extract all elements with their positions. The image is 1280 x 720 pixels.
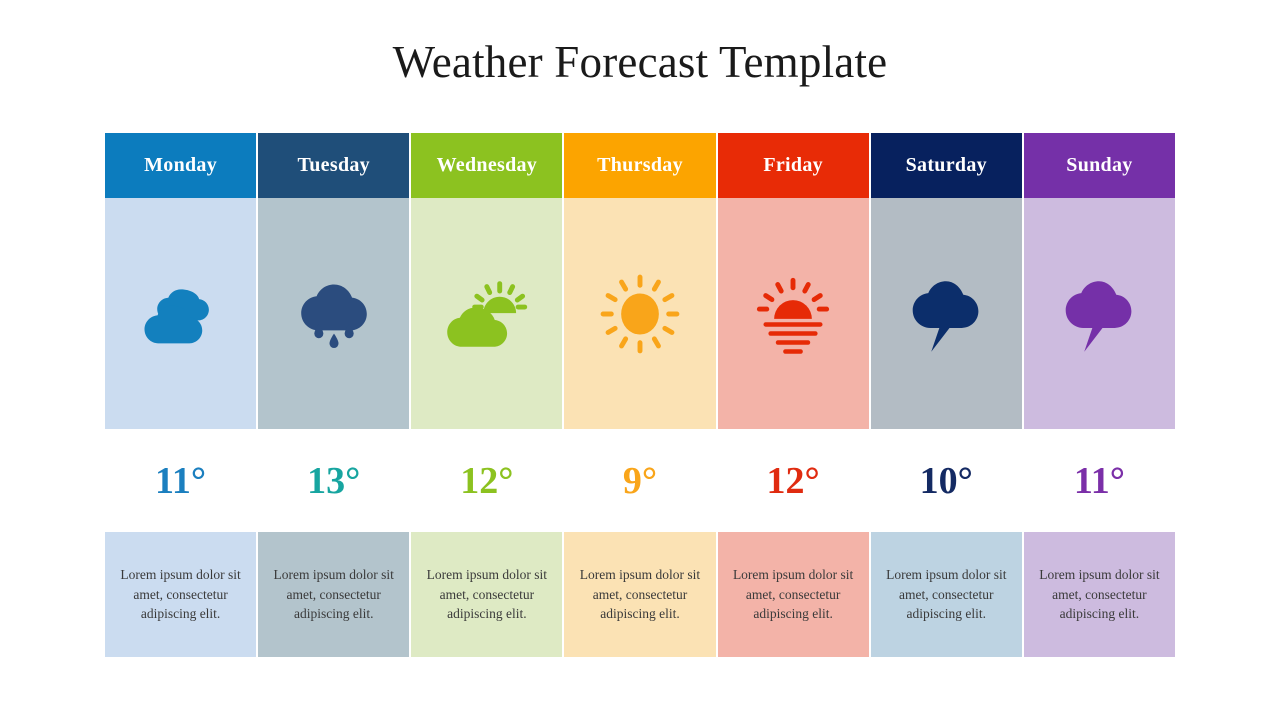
day-column-tuesday: Tuesday 13° Lorem ipsum dolor sit amet, co…: [258, 133, 410, 657]
weather-icon-band-saturday: [870, 198, 1022, 429]
description-band-sunday: Lorem ipsum dolor sit amet, consectetur …: [1023, 532, 1175, 657]
description-text: Lorem ipsum dolor sit amet, consectetur …: [732, 567, 854, 622]
temperature-value: 12°: [460, 459, 514, 502]
day-column-monday: Monday 11° Lorem ipsum dolor sit amet, con…: [105, 133, 257, 657]
temperature-value: 12°: [766, 459, 820, 502]
day-column-sunday: Sunday 11° Lorem ipsum dolor sit amet, con…: [1023, 133, 1175, 657]
day-name-label: Thursday: [597, 154, 683, 176]
forecast-grid: Monday 11° Lorem ipsum dolor sit amet, con…: [105, 133, 1175, 657]
day-name-label: Wednesday: [436, 154, 538, 176]
day-name-label: Friday: [763, 154, 823, 176]
day-name-label: Tuesday: [297, 154, 370, 176]
weather-forecast-slide: Weather Forecast Template Monday 11° Lorem…: [0, 0, 1280, 720]
day-name-label: Saturday: [905, 154, 987, 176]
sunset-icon: [752, 273, 834, 355]
description-text: Lorem ipsum dolor sit amet, consectetur …: [120, 567, 241, 622]
temperature-value: 11°: [1073, 459, 1125, 502]
weather-icon-band-monday: [105, 198, 257, 429]
description-text: Lorem ipsum dolor sit amet, consectetur …: [886, 567, 1007, 622]
temperature-value: 11°: [155, 459, 207, 502]
thunderstorm-icon: [1058, 273, 1140, 355]
day-header-tuesday[interactable]: Tuesday: [258, 133, 410, 198]
temperature-value: 13°: [307, 459, 361, 502]
weather-icon-band-sunday: [1023, 198, 1175, 429]
temperature-value: 10°: [919, 459, 973, 502]
temperature-band-friday: 12°: [717, 429, 869, 532]
day-name-label: Sunday: [1066, 154, 1133, 176]
day-name-label: Monday: [144, 154, 218, 176]
temperature-band-tuesday: 13°: [258, 429, 410, 532]
rain-cloud-icon: [293, 273, 375, 355]
temperature-band-saturday: 10°: [870, 429, 1022, 532]
day-column-friday: Friday 12° Lorem ipsum dolor sit amet, con…: [717, 133, 869, 657]
day-header-friday[interactable]: Friday: [717, 133, 869, 198]
temperature-band-thursday: 9°: [564, 429, 716, 532]
temperature-band-monday: 11°: [105, 429, 257, 532]
description-band-friday: Lorem ipsum dolor sit amet, consectetur …: [717, 532, 869, 657]
partly-cloudy-icon: [446, 273, 528, 355]
weather-icon-band-thursday: [564, 198, 716, 429]
description-band-monday: Lorem ipsum dolor sit amet, consectetur …: [105, 532, 257, 657]
description-text: Lorem ipsum dolor sit amet, consectetur …: [273, 567, 394, 622]
sun-icon: [599, 273, 681, 355]
day-header-wednesday[interactable]: Wednesday: [411, 133, 563, 198]
temperature-value: 9°: [622, 459, 658, 502]
day-column-wednesday: Wednesday 12° Lorem ipsum dolor sit amet, …: [411, 133, 563, 657]
day-header-sunday[interactable]: Sunday: [1023, 133, 1175, 198]
description-text: Lorem ipsum dolor sit amet, consectetur …: [579, 567, 701, 622]
description-band-tuesday: Lorem ipsum dolor sit amet, consectetur …: [258, 532, 410, 657]
description-band-saturday: Lorem ipsum dolor sit amet, consectetur …: [870, 532, 1022, 657]
description-text: Lorem ipsum dolor sit amet, consectetur …: [1039, 567, 1160, 622]
weather-icon-band-tuesday: [258, 198, 410, 429]
description-band-thursday: Lorem ipsum dolor sit amet, consectetur …: [564, 532, 716, 657]
description-text: Lorem ipsum dolor sit amet, consectetur …: [426, 567, 548, 622]
day-header-thursday[interactable]: Thursday: [564, 133, 716, 198]
temperature-band-wednesday: 12°: [411, 429, 563, 532]
description-band-wednesday: Lorem ipsum dolor sit amet, consectetur …: [411, 532, 563, 657]
cloudy-icon: [140, 273, 222, 355]
weather-icon-band-wednesday: [411, 198, 563, 429]
day-header-monday[interactable]: Monday: [105, 133, 257, 198]
temperature-band-sunday: 11°: [1023, 429, 1175, 532]
page-title: Weather Forecast Template: [392, 37, 888, 87]
weather-icon-band-friday: [717, 198, 869, 429]
day-column-thursday: Thursday 9° Lorem ipsum dolor sit amet, co…: [564, 133, 716, 657]
day-header-saturday[interactable]: Saturday: [870, 133, 1022, 198]
thunderstorm-icon: [905, 273, 987, 355]
day-column-saturday: Saturday 10° Lorem ipsum dolor sit amet, c…: [870, 133, 1022, 657]
